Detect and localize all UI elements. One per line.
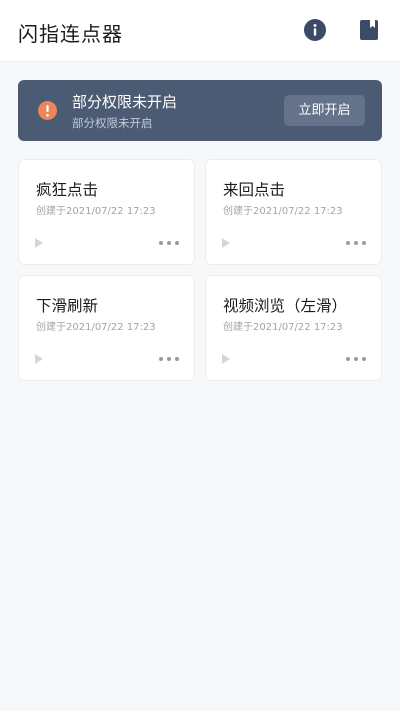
more-dot-icon xyxy=(167,357,171,361)
play-button[interactable] xyxy=(222,237,232,249)
more-dot-icon xyxy=(175,357,179,361)
info-button[interactable] xyxy=(303,18,327,42)
app-screen: 闪指连点器 部分权限未开启 部分权限未开启 立即开启 疯狂点击 创建于2021/… xyxy=(0,0,400,711)
info-icon xyxy=(304,19,326,41)
banner-subtitle: 部分权限未开启 xyxy=(72,116,153,130)
script-card[interactable]: 视频浏览（左滑） 创建于2021/07/22 17:23 xyxy=(205,275,382,381)
book-icon xyxy=(360,20,378,40)
enable-permission-button[interactable]: 立即开启 xyxy=(284,95,365,126)
more-dot-icon xyxy=(167,241,171,245)
play-button[interactable] xyxy=(222,353,232,365)
more-dot-icon xyxy=(362,357,366,361)
more-dot-icon xyxy=(354,241,358,245)
banner-text: 部分权限未开启 部分权限未开启 xyxy=(72,93,177,131)
app-header: 闪指连点器 xyxy=(0,0,400,62)
more-dot-icon xyxy=(159,357,163,361)
permission-banner: 部分权限未开启 部分权限未开启 立即开启 xyxy=(18,80,382,141)
card-title: 疯狂点击 xyxy=(36,181,99,199)
guide-book-button[interactable] xyxy=(357,18,381,42)
card-created-date: 创建于2021/07/22 17:23 xyxy=(223,206,343,217)
card-created-date: 创建于2021/07/22 17:23 xyxy=(223,322,343,333)
more-dot-icon xyxy=(175,241,179,245)
card-created-date: 创建于2021/07/22 17:23 xyxy=(36,206,156,217)
script-card[interactable]: 来回点击 创建于2021/07/22 17:23 xyxy=(205,159,382,265)
more-dot-icon xyxy=(346,357,350,361)
more-options-button[interactable] xyxy=(346,353,366,365)
play-button[interactable] xyxy=(35,237,45,249)
card-title: 视频浏览（左滑） xyxy=(223,297,348,315)
more-options-button[interactable] xyxy=(159,237,179,249)
more-dot-icon xyxy=(362,241,366,245)
card-title: 下滑刷新 xyxy=(36,297,99,315)
more-dot-icon xyxy=(159,241,163,245)
more-options-button[interactable] xyxy=(159,353,179,365)
more-dot-icon xyxy=(354,357,358,361)
play-icon xyxy=(222,354,230,364)
card-title: 来回点击 xyxy=(223,181,286,199)
play-icon xyxy=(35,354,43,364)
card-created-date: 创建于2021/07/22 17:23 xyxy=(36,322,156,333)
play-button[interactable] xyxy=(35,353,45,365)
more-dot-icon xyxy=(346,241,350,245)
play-icon xyxy=(222,238,230,248)
play-icon xyxy=(35,238,43,248)
banner-title: 部分权限未开启 xyxy=(72,93,178,111)
script-card[interactable]: 下滑刷新 创建于2021/07/22 17:23 xyxy=(18,275,195,381)
more-options-button[interactable] xyxy=(346,237,366,249)
warning-icon xyxy=(38,101,57,120)
app-title: 闪指连点器 xyxy=(18,22,123,46)
script-card[interactable]: 疯狂点击 创建于2021/07/22 17:23 xyxy=(18,159,195,265)
